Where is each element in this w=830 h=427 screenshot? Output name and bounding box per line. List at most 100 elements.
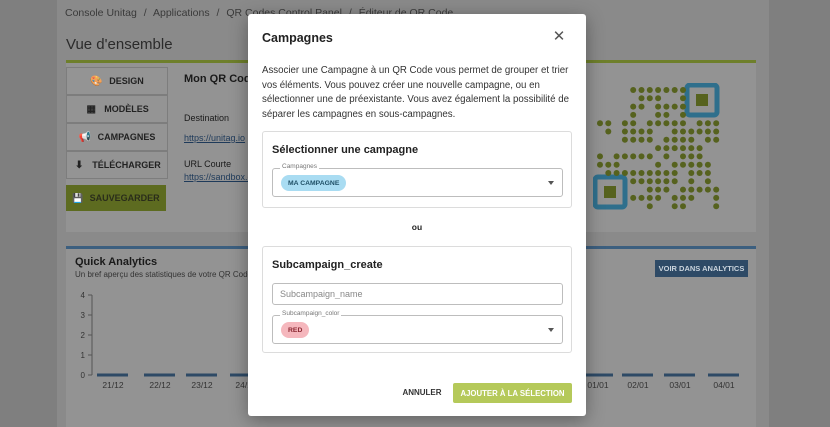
qr-module <box>680 186 686 193</box>
qr-finder-bottom-left-inner <box>604 186 616 198</box>
qr-module <box>655 194 662 201</box>
qr-finder-top-right-inner <box>696 94 708 106</box>
cancel-button[interactable]: ANNULER <box>400 383 444 401</box>
qr-module <box>663 170 670 176</box>
select-campaign-title: Sélectionner une campagne <box>272 144 419 156</box>
palette-icon: 🎨 <box>90 75 103 87</box>
qr-module <box>680 120 686 127</box>
page-title: Vue d'ensemble <box>66 36 173 53</box>
qr-module <box>605 161 612 168</box>
qr-module <box>646 170 653 176</box>
qr-module <box>680 111 686 118</box>
qr-module <box>630 103 637 110</box>
qr-module <box>671 178 678 185</box>
color-chip[interactable]: RED <box>281 322 310 338</box>
qr-module <box>680 153 686 160</box>
qr-module <box>630 178 637 185</box>
qr-module <box>680 203 686 210</box>
qr-module <box>646 203 653 210</box>
qr-module <box>713 136 720 143</box>
qr-module <box>680 145 686 152</box>
qr-module <box>704 186 711 193</box>
qr-module <box>704 136 711 143</box>
qr-module <box>713 194 720 201</box>
qr-module <box>680 128 686 135</box>
qr-module <box>663 111 670 118</box>
dialog-title: Campagnes <box>262 31 333 45</box>
floppy-disk-icon: 💾 <box>72 192 84 203</box>
qr-module <box>671 128 678 135</box>
qr-module <box>671 103 678 110</box>
sidebar-item-label: DESIGN <box>109 76 144 86</box>
qr-module <box>646 186 653 193</box>
qr-module <box>646 153 653 160</box>
save-button[interactable]: 💾 SAUVEGARDER <box>66 185 166 211</box>
x-tick-label: 22/12 <box>149 380 171 390</box>
qr-module <box>680 103 686 110</box>
sidebar-item-campagnes[interactable]: 📢 CAMPAGNES <box>66 123 168 151</box>
qr-module <box>638 95 645 102</box>
chevron-down-icon[interactable] <box>548 328 554 332</box>
destination-link[interactable]: https://unitag.io <box>184 133 245 143</box>
sidebar-item-telecharger[interactable]: ⬇ TÉLÉCHARGER <box>66 151 168 179</box>
short-url-link[interactable]: https://sandbox.q <box>184 172 253 182</box>
qr-module <box>597 153 603 160</box>
qr-module <box>696 145 703 152</box>
qr-module <box>613 170 620 176</box>
qr-module <box>630 194 637 201</box>
view-in-analytics-button[interactable]: VOIR DANS ANALYTICS <box>655 260 748 277</box>
qr-module <box>638 178 645 185</box>
qr-module <box>630 153 637 160</box>
qr-module <box>704 161 711 168</box>
qr-module <box>704 178 711 185</box>
qr-module <box>671 145 678 152</box>
qr-module <box>646 194 653 201</box>
qr-module <box>696 153 703 160</box>
qr-module <box>688 153 695 160</box>
qr-module <box>713 128 720 135</box>
qr-code-name: Mon QR Code <box>184 73 257 85</box>
qr-module <box>605 170 612 176</box>
breadcrumb-item-console[interactable]: Console Unitag <box>65 7 137 19</box>
add-to-selection-button[interactable]: AJOUTER À LA SÉLECTION <box>453 383 572 403</box>
qr-module <box>621 136 628 143</box>
qr-module <box>671 194 678 201</box>
campaign-select[interactable]: Campagnes MA CAMPAGNE <box>272 163 563 197</box>
qr-module <box>605 120 612 127</box>
qr-module <box>621 153 628 160</box>
editor-sidenav: 🎨 DESIGN ▦ MODÈLES 📢 CAMPAGNES ⬇ TÉLÉCHA… <box>66 67 168 211</box>
analytics-subtitle: Un bref aperçu des statistiques de votre… <box>75 270 252 279</box>
qr-module <box>671 120 678 127</box>
x-tick-label: 23/12 <box>191 380 213 390</box>
dialog-description: Associer une Campagne à un QR Code vous … <box>262 65 569 120</box>
qr-module <box>688 186 695 193</box>
x-tick-label: 02/01 <box>627 380 649 390</box>
subcampaign-name-field[interactable] <box>272 283 563 305</box>
qr-module <box>688 194 695 201</box>
qr-code-preview <box>593 83 720 210</box>
qr-module <box>663 145 670 152</box>
qr-module <box>680 87 686 93</box>
sidebar-item-design[interactable]: 🎨 DESIGN <box>66 67 168 95</box>
chevron-down-icon[interactable] <box>548 181 554 185</box>
qr-module <box>605 128 612 135</box>
qr-grid-icon: ▦ <box>86 103 96 115</box>
campaign-chip[interactable]: MA CAMPAGNE <box>281 175 347 191</box>
qr-module <box>688 178 695 185</box>
qr-module <box>638 153 645 160</box>
subcampaign-name-input[interactable] <box>273 284 562 304</box>
qr-module <box>638 128 645 135</box>
breadcrumb-item-applications[interactable]: Applications <box>153 7 210 19</box>
qr-module <box>630 120 637 127</box>
subcampaign-color-select[interactable]: Subcampaign_color RED <box>272 310 563 344</box>
qr-module <box>621 120 628 127</box>
qr-module <box>613 153 620 160</box>
close-icon[interactable]: ✕ <box>550 27 568 45</box>
qr-module <box>713 203 720 210</box>
sidebar-item-modeles[interactable]: ▦ MODÈLES <box>66 95 168 123</box>
qr-module <box>655 178 662 185</box>
campaign-select-label: Campagnes <box>280 163 320 170</box>
qr-module <box>671 136 678 143</box>
campaigns-dialog: Campagnes ✕ Associer une Campagne à un Q… <box>248 14 586 416</box>
qr-module <box>655 111 662 118</box>
